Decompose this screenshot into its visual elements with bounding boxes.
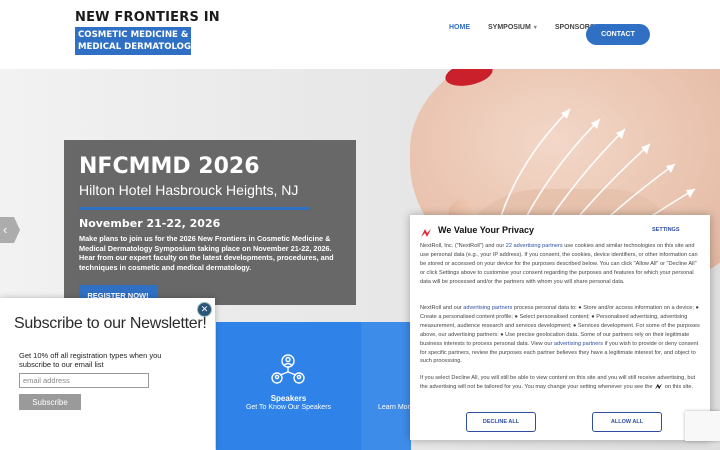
- newsletter-title: Subscribe to our Newsletter!: [14, 315, 207, 332]
- advertising-partners-link[interactable]: advertising partners: [463, 305, 512, 311]
- hero-subtitle: Hilton Hotel Hasbrouck Heights, NJ: [79, 182, 299, 198]
- logo-box: COSMETIC MEDICINE & MEDICAL DERMATOLOGY: [75, 27, 198, 55]
- nav-symposium-label: SYMPOSIUM: [488, 24, 531, 31]
- hero-date: November 21-22, 2026: [79, 217, 221, 230]
- learn-more-tile[interactable]: Learn Mor: [361, 322, 411, 450]
- chevron-down-icon: ▾: [533, 25, 537, 31]
- subscribe-button[interactable]: Subscribe: [19, 394, 81, 410]
- nav-symposium[interactable]: SYMPOSIUM ▾: [488, 24, 537, 31]
- email-field[interactable]: email address: [19, 373, 149, 388]
- hero-divider: [79, 207, 309, 210]
- hero-title: NFCMMD 2026: [79, 154, 260, 179]
- close-icon[interactable]: ✕: [197, 302, 212, 317]
- privacy-paragraph-3: If you select Decline All, you will stil…: [420, 374, 702, 392]
- allow-all-button[interactable]: ALLOW ALL: [592, 412, 662, 432]
- advertising-partners-link[interactable]: advertising partners: [554, 341, 603, 347]
- nextroll-logo-icon: [655, 383, 663, 390]
- learn-more-tile-subtitle: Learn Mor: [378, 404, 410, 411]
- nextroll-logo-icon: [421, 229, 431, 237]
- advertising-partners-link[interactable]: 22 advertising partners: [506, 243, 563, 249]
- nav-home[interactable]: HOME: [449, 24, 470, 31]
- decline-all-button[interactable]: DECLINE ALL: [466, 412, 536, 432]
- people-network-icon: [271, 354, 305, 384]
- speakers-tile-title: Speakers: [270, 394, 307, 403]
- privacy-paragraph-2: NextRoll and our advertising partners pr…: [420, 304, 702, 366]
- settings-link[interactable]: SETTINGS: [652, 227, 680, 233]
- hero-description: Make plans to join us for the 2026 New F…: [79, 234, 334, 272]
- site-logo[interactable]: NEW FRONTIERS IN COSMETIC MEDICINE & MED…: [75, 10, 220, 55]
- privacy-paragraph-1: NextRoll, Inc. ("NextRoll") and our 22 a…: [420, 242, 702, 287]
- privacy-text: NextRoll, Inc. ("NextRoll") and our: [420, 243, 506, 249]
- speakers-tile-subtitle: Get To Know Our Speakers: [245, 404, 332, 411]
- recaptcha-badge[interactable]: [685, 411, 720, 441]
- carousel-prev-button[interactable]: ‹: [0, 217, 20, 243]
- chevron-left-icon: ‹: [3, 222, 8, 237]
- speakers-tile[interactable]: Speakers Get To Know Our Speakers: [216, 322, 361, 450]
- privacy-consent-modal: We Value Your Privacy SETTINGS NextRoll,…: [410, 215, 710, 440]
- site-header: NEW FRONTIERS IN COSMETIC MEDICINE & MED…: [0, 0, 720, 69]
- privacy-text: NextRoll and our: [420, 305, 464, 311]
- newsletter-description: Get 10% off all registration types when …: [19, 351, 162, 369]
- newsletter-popup: Subscribe to our Newsletter! ✕ Get 10% o…: [0, 298, 215, 450]
- logo-line-2: COSMETIC MEDICINE &: [78, 30, 189, 40]
- main-nav: HOME SYMPOSIUM ▾ SPONSORS ▾: [440, 24, 601, 31]
- privacy-title: We Value Your Privacy: [438, 225, 535, 235]
- privacy-text: on this site.: [663, 383, 694, 390]
- logo-line-3: MEDICAL DERMATOLOGY: [78, 42, 198, 52]
- logo-line-1: NEW FRONTIERS IN: [75, 10, 220, 25]
- nav-home-label: HOME: [449, 24, 470, 31]
- hero-card: NFCMMD 2026 Hilton Hotel Hasbrouck Heigh…: [64, 140, 356, 305]
- contact-button[interactable]: CONTACT: [586, 24, 650, 45]
- privacy-text: use cookies and similar technologies on …: [420, 243, 698, 285]
